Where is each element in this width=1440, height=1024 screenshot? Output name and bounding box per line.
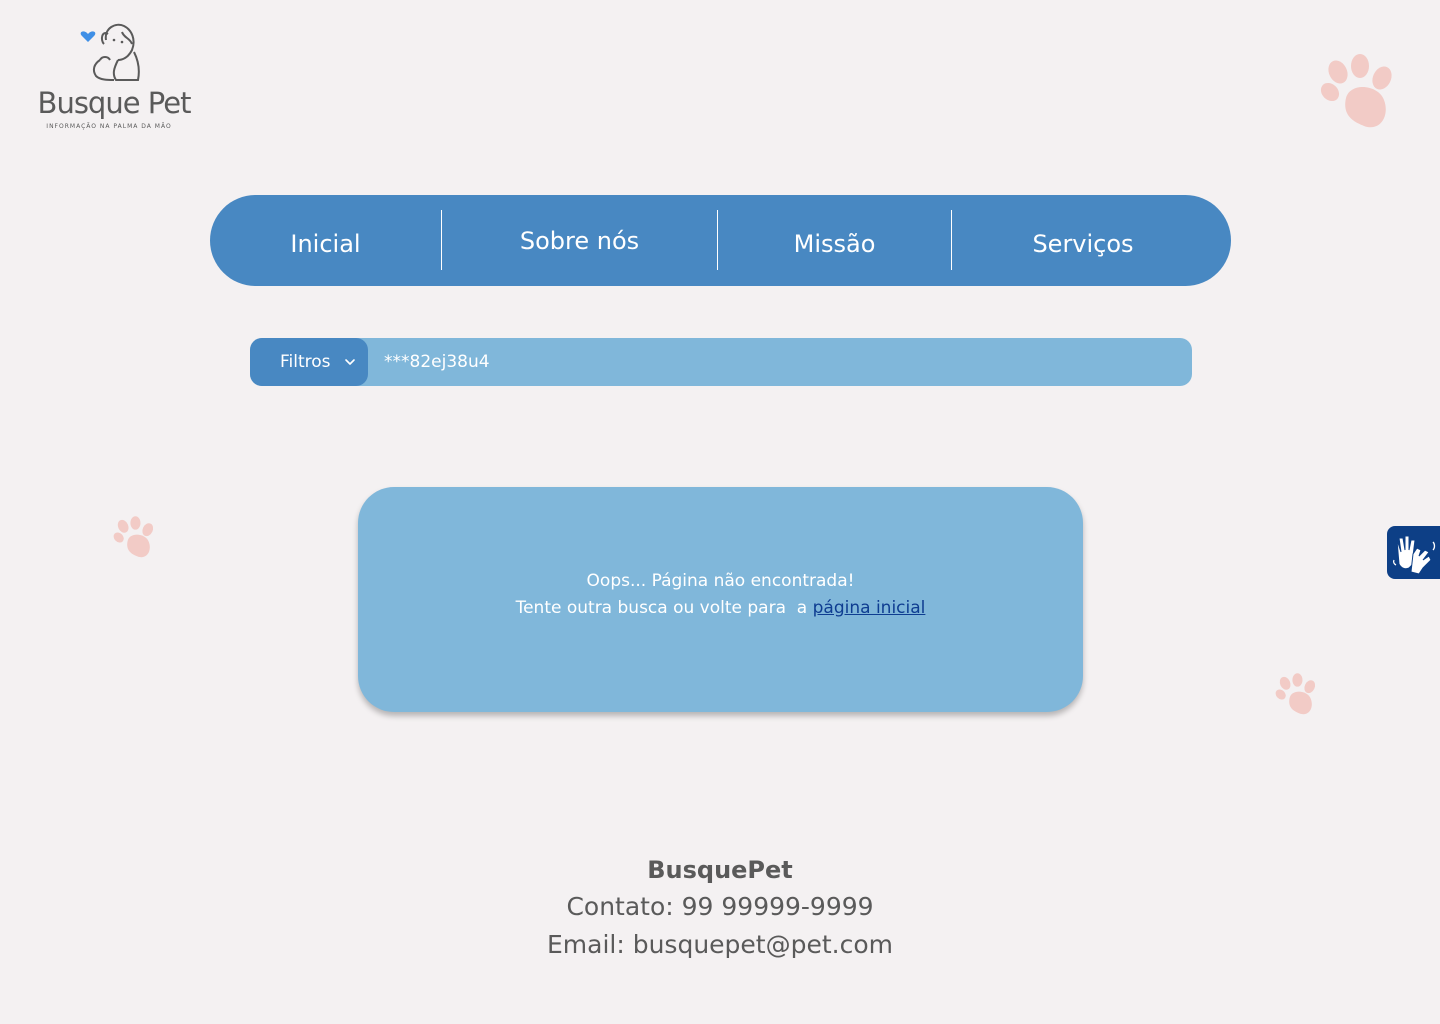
- home-page-link[interactable]: página inicial: [813, 598, 926, 618]
- footer: BusquePet Contato: 99 99999-9999 Email: …: [0, 852, 1440, 964]
- paw-icon: [113, 516, 154, 558]
- paw-icon: [1320, 54, 1392, 128]
- footer-brand: BusquePet: [647, 856, 793, 884]
- brand-logo[interactable]: Busque Pet INFORMAÇÃO NA PALMA DA MÃO: [34, 20, 194, 135]
- nav-item-servicos[interactable]: Serviços: [952, 195, 1214, 286]
- footer-contact: Contato: 99 99999-9999: [566, 892, 874, 921]
- filters-dropdown-button[interactable]: Filtros: [250, 338, 368, 386]
- not-found-message-text: Tente outra busca ou volte para a: [515, 598, 813, 618]
- footer-email: Email: busquepet@pet.com: [546, 930, 893, 959]
- search-input[interactable]: [384, 338, 1174, 386]
- logo-name: Busque Pet: [37, 86, 192, 120]
- search-bar: Filtros: [250, 338, 1192, 386]
- main-navbar: Inicial Sobre nós Missão Serviços: [210, 195, 1231, 286]
- not-found-card: Oops... Página não encontrada! Tente out…: [358, 487, 1083, 712]
- chevron-down-icon: [345, 359, 355, 365]
- nav-item-missao[interactable]: Missão: [718, 195, 951, 286]
- paw-icon: [1275, 673, 1316, 715]
- nav-item-sobre-nos[interactable]: Sobre nós: [442, 195, 717, 286]
- sign-language-icon: [1392, 535, 1436, 575]
- not-found-title: Oops... Página não encontrada!: [586, 571, 855, 591]
- logo-tagline: INFORMAÇÃO NA PALMA DA MÃO: [46, 123, 172, 130]
- filters-label: Filtros: [280, 352, 331, 372]
- accessibility-button[interactable]: [1387, 526, 1440, 579]
- dog-cat-heart-icon: [80, 23, 140, 81]
- not-found-message: Tente outra busca ou volte para a página…: [358, 598, 1083, 618]
- nav-item-inicial[interactable]: Inicial: [210, 195, 441, 286]
